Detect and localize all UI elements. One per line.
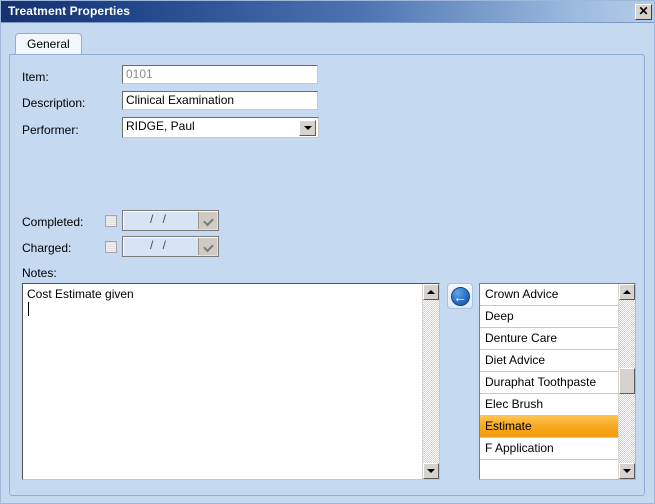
list-item[interactable]: Denture Care [480, 328, 618, 350]
list-item[interactable]: Diet Advice [480, 350, 618, 372]
triangle-up-icon [623, 290, 631, 294]
triangle-down-icon [427, 469, 435, 473]
phrase-scroll-down-button[interactable] [619, 463, 635, 479]
triangle-up-icon [427, 290, 435, 294]
insert-phrase-button[interactable]: ← [447, 283, 473, 309]
item-label: Item: [22, 70, 49, 84]
performer-combobox[interactable]: RIDGE, Paul [122, 117, 319, 138]
list-item[interactable]: Duraphat Toothpaste [480, 372, 618, 394]
notes-textarea[interactable]: Cost Estimate given [22, 283, 440, 480]
tabstrip: General [15, 33, 82, 55]
chevron-down-icon [303, 126, 312, 130]
notes-scrollbar[interactable] [422, 284, 439, 479]
phrase-scroll-up-button[interactable] [619, 284, 635, 300]
arrow-left-glyph: ← [453, 289, 467, 305]
item-field[interactable]: 0101 [122, 65, 318, 84]
dialog-client-area: General Item: 0101 Description: Clinical… [1, 23, 654, 503]
description-field[interactable]: Clinical Examination [122, 91, 318, 110]
close-icon: ✕ [638, 4, 649, 18]
text-caret [28, 302, 29, 316]
performer-dropdown-button[interactable] [299, 120, 316, 136]
tab-page-general: Item: 0101 Description: Clinical Examina… [9, 54, 645, 496]
notes-value: Cost Estimate given [27, 287, 134, 301]
completed-date-value: / / [149, 212, 169, 226]
phrase-scroll-thumb[interactable] [619, 368, 635, 394]
phrase-list-scrollbar[interactable] [618, 284, 635, 479]
list-item[interactable]: Elec Brush [480, 394, 618, 416]
chevron-down-icon [203, 241, 214, 252]
charged-datepicker[interactable]: / / [122, 236, 219, 257]
window-titlebar: Treatment Properties ✕ [1, 1, 654, 23]
close-button[interactable]: ✕ [635, 4, 652, 20]
triangle-down-icon [623, 469, 631, 473]
description-label: Description: [22, 96, 86, 110]
phrase-listbox[interactable]: Crown Advice Deep Denture Care Diet Advice D… [479, 283, 636, 480]
notes-scroll-up-button[interactable] [423, 284, 439, 300]
performer-label: Performer: [22, 123, 79, 137]
treatment-properties-dialog: Treatment Properties ✕ General Item: 010… [0, 0, 655, 504]
charged-date-dropdown-button[interactable] [198, 238, 217, 255]
charged-label: Charged: [22, 241, 72, 255]
chevron-down-icon [203, 215, 214, 226]
list-item[interactable]: Crown Advice [480, 284, 618, 306]
performer-value: RIDGE, Paul [126, 119, 195, 133]
phrase-list-items: Crown Advice Deep Denture Care Diet Advice D… [480, 284, 618, 460]
list-item[interactable]: F Application [480, 438, 618, 460]
window-title: Treatment Properties [8, 4, 131, 18]
tab-general[interactable]: General [15, 33, 82, 55]
completed-date-dropdown-button[interactable] [198, 212, 217, 229]
completed-checkbox[interactable] [105, 215, 117, 227]
completed-datepicker[interactable]: / / [122, 210, 219, 231]
charged-date-value: / / [149, 238, 169, 252]
charged-checkbox[interactable] [105, 241, 117, 253]
notes-label: Notes: [22, 266, 57, 280]
notes-scroll-down-button[interactable] [423, 463, 439, 479]
list-item[interactable]: Estimate [480, 416, 618, 438]
list-item[interactable]: Deep [480, 306, 618, 328]
completed-label: Completed: [22, 215, 84, 229]
